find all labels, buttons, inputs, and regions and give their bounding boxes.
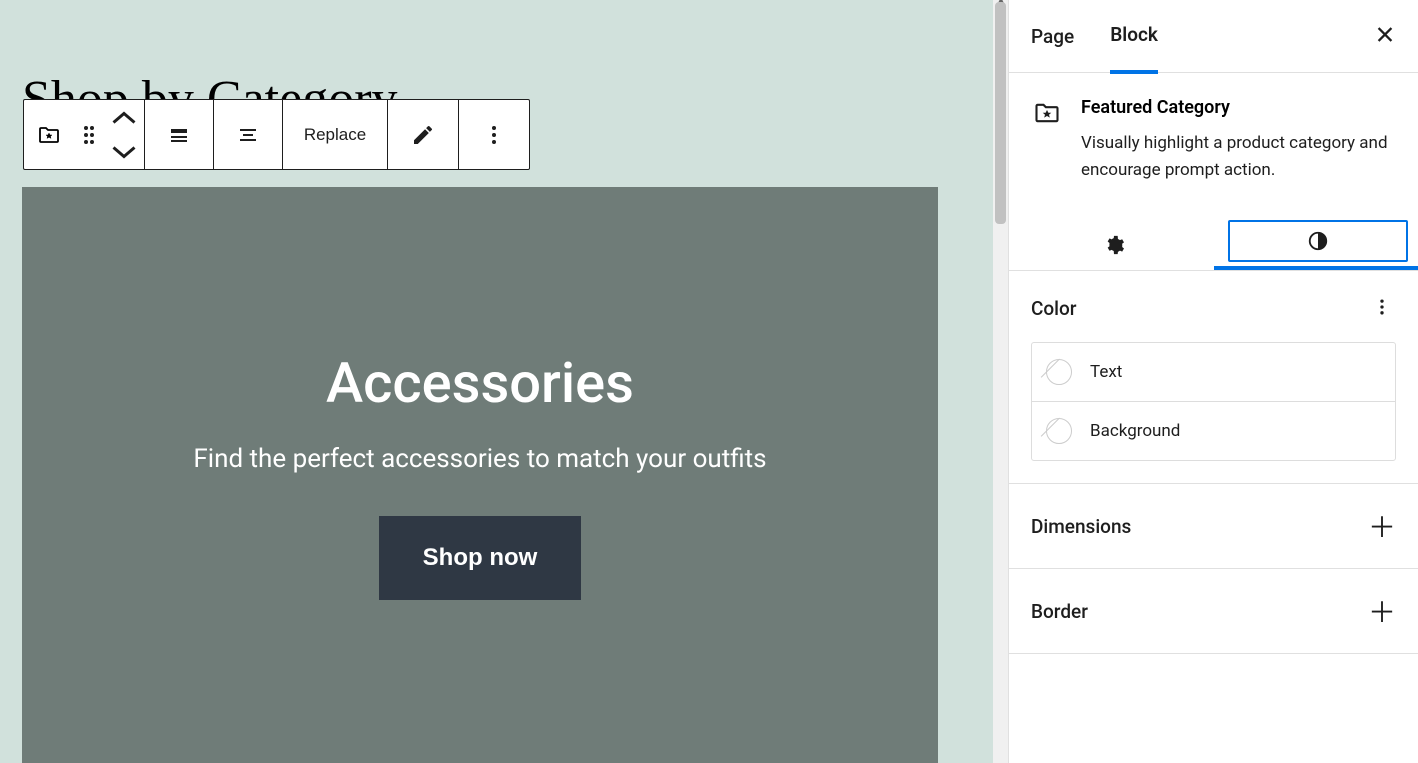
drag-dots-icon	[82, 124, 96, 146]
background-color-row[interactable]: Background	[1032, 402, 1395, 460]
block-info-icon	[1033, 99, 1061, 131]
style-tab-row	[1009, 208, 1418, 271]
tab-page[interactable]: Page	[1031, 1, 1074, 72]
sidebar-tabs: Page Block	[1009, 0, 1418, 73]
featured-subtitle[interactable]: Find the perfect accessories to match yo…	[193, 444, 766, 474]
dimensions-panel[interactable]: Dimensions ＋	[1009, 484, 1418, 569]
gear-icon	[1103, 234, 1125, 256]
scrollbar-thumb[interactable]	[995, 2, 1006, 224]
featured-category-icon	[1033, 99, 1061, 127]
shop-now-button[interactable]: Shop now	[379, 516, 582, 600]
settings-sidebar: Page Block Featured Category Visually hi…	[1008, 0, 1418, 763]
chevron-down-icon	[112, 140, 136, 164]
settings-tab-button[interactable]	[1009, 220, 1218, 270]
block-type-button[interactable]	[24, 100, 74, 169]
featured-title[interactable]: Accessories	[326, 350, 634, 416]
border-panel[interactable]: Border ＋	[1009, 569, 1418, 654]
close-panel-button[interactable]	[1374, 24, 1396, 49]
pencil-icon	[411, 123, 435, 147]
background-color-label: Background	[1090, 421, 1180, 441]
block-info-title: Featured Category	[1081, 97, 1396, 118]
move-down-button[interactable]	[104, 135, 144, 169]
more-vertical-icon	[1372, 297, 1392, 317]
color-panel-title: Color	[1031, 297, 1077, 320]
chevron-up-icon	[112, 106, 136, 130]
tab-block[interactable]: Block	[1110, 0, 1158, 74]
half-circle-icon	[1307, 230, 1329, 252]
text-color-swatch	[1046, 359, 1072, 385]
active-tab-underline	[1214, 266, 1418, 270]
featured-category-icon	[37, 123, 61, 147]
color-panel: Color Text Background	[1009, 271, 1418, 484]
block-info-description: Visually highlight a product category an…	[1081, 130, 1396, 184]
block-toolbar: Replace	[23, 99, 530, 170]
plus-icon: ＋	[1368, 591, 1396, 631]
align-full-icon	[167, 123, 191, 147]
content-position-button[interactable]	[214, 100, 282, 169]
styles-tab-button[interactable]	[1228, 220, 1408, 262]
align-button[interactable]	[145, 100, 213, 169]
text-color-row[interactable]: Text	[1032, 343, 1395, 402]
border-panel-title: Border	[1031, 600, 1088, 623]
drag-handle[interactable]	[74, 100, 104, 169]
dimensions-panel-title: Dimensions	[1031, 515, 1131, 538]
close-icon	[1374, 24, 1396, 46]
block-info: Featured Category Visually highlight a p…	[1009, 73, 1418, 208]
more-vertical-icon	[482, 123, 506, 147]
editor-canvas: Shop by Category	[0, 0, 1008, 763]
text-color-label: Text	[1090, 362, 1122, 382]
more-options-button[interactable]	[459, 100, 529, 169]
featured-category-block[interactable]: Accessories Find the perfect accessories…	[22, 187, 938, 763]
edit-button[interactable]	[388, 100, 458, 169]
color-list: Text Background	[1031, 342, 1396, 461]
move-up-button[interactable]	[104, 101, 144, 135]
plus-icon: ＋	[1368, 506, 1396, 546]
align-center-icon	[236, 123, 260, 147]
color-panel-options-button[interactable]	[1368, 293, 1396, 324]
scrollbar[interactable]: ▲	[993, 0, 1008, 763]
background-color-swatch	[1046, 418, 1072, 444]
replace-button[interactable]: Replace	[283, 100, 387, 169]
